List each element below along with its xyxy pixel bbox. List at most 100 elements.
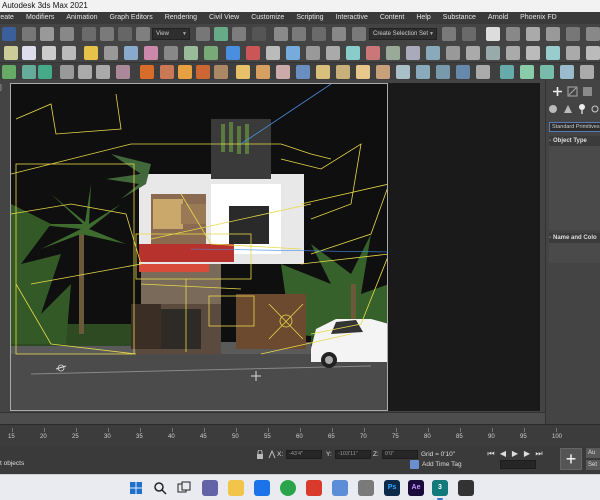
plugin-tool-icon-24[interactable]: [476, 65, 490, 79]
ribbon-tool-icon-12[interactable]: [246, 46, 260, 60]
ribbon-tool-icon-29[interactable]: [586, 46, 600, 60]
menu-item-11[interactable]: Substance: [437, 12, 482, 24]
ribbon-tool-icon-11[interactable]: [226, 46, 240, 60]
app-icon[interactable]: [458, 480, 474, 496]
menu-item-12[interactable]: Arnold: [482, 12, 514, 24]
ribbon-tool-icon-13[interactable]: [266, 46, 280, 60]
search-icon[interactable]: [152, 480, 168, 496]
3ds-max-icon[interactable]: 3: [432, 480, 448, 496]
object-type-rollout[interactable]: - Object Type: [549, 136, 600, 146]
main-tool-icon-18[interactable]: [462, 27, 476, 41]
time-tag-icon[interactable]: [410, 460, 419, 469]
add-icon[interactable]: +: [560, 448, 582, 470]
main-tool-icon-13[interactable]: [292, 27, 306, 41]
x-coordinate-field[interactable]: -43'4": [286, 450, 322, 459]
plugin-tool-icon-6[interactable]: [116, 65, 130, 79]
menu-item-5[interactable]: Civil View: [203, 12, 245, 24]
plugin-tool-icon-21[interactable]: [416, 65, 430, 79]
plugin-tool-icon-15[interactable]: [296, 65, 310, 79]
plugin-tool-icon-25[interactable]: [500, 65, 514, 79]
set-key-button[interactable]: Set: [586, 460, 600, 470]
ribbon-tool-icon-28[interactable]: [566, 46, 580, 60]
ribbon-tool-icon-17[interactable]: [346, 46, 360, 60]
main-tool-icon-6[interactable]: [118, 27, 132, 41]
menu-item-4[interactable]: Rendering: [159, 12, 203, 24]
main-tool-icon-16[interactable]: [352, 27, 366, 41]
plugin-tool-icon-27[interactable]: [540, 65, 554, 79]
ribbon-tool-icon-4[interactable]: [84, 46, 98, 60]
windows-start-icon[interactable]: [128, 480, 144, 496]
plugin-tool-icon-17[interactable]: [336, 65, 350, 79]
main-tool-icon-9[interactable]: [214, 27, 228, 41]
ribbon-tool-icon-21[interactable]: [426, 46, 440, 60]
plugin-tool-icon-2[interactable]: [38, 65, 52, 79]
app-icon[interactable]: [358, 480, 374, 496]
ribbon-tool-icon-22[interactable]: [446, 46, 460, 60]
ribbon-tool-icon-19[interactable]: [386, 46, 400, 60]
main-tool-icon-19[interactable]: [486, 27, 500, 41]
menu-item-0[interactable]: reate: [0, 12, 20, 24]
add-time-tag[interactable]: Add Time Tag: [422, 461, 462, 468]
main-tool-icon-2[interactable]: [40, 27, 54, 41]
next-frame-icon[interactable]: ▶: [522, 449, 532, 458]
plugin-tool-icon-19[interactable]: [376, 65, 390, 79]
chrome-icon[interactable]: [280, 480, 296, 496]
plugin-tool-icon-3[interactable]: [60, 65, 74, 79]
menu-item-7[interactable]: Scripting: [290, 12, 329, 24]
ribbon-tool-icon-26[interactable]: [526, 46, 540, 60]
time-slider[interactable]: [0, 412, 545, 424]
main-tool-icon-8[interactable]: [196, 27, 210, 41]
menu-item-2[interactable]: Animation: [60, 12, 103, 24]
plugin-tool-icon-16[interactable]: [316, 65, 330, 79]
modify-tab-icon[interactable]: [567, 86, 578, 97]
track-bar[interactable]: 15 20 25 30 35 40 45 50 55 60 65 70 75 80 85 90 95 100: [0, 424, 600, 446]
reference-coordinate-dropdown[interactable]: View ▼: [152, 28, 190, 40]
ribbon-tool-icon-1[interactable]: [22, 46, 36, 60]
plugin-tool-icon-0[interactable]: [2, 65, 16, 79]
main-tool-icon-0[interactable]: [2, 27, 16, 41]
ribbon-tool-icon-27[interactable]: [546, 46, 560, 60]
menu-item-9[interactable]: Content: [374, 12, 411, 24]
lock-icon[interactable]: [256, 449, 264, 459]
main-tool-icon-17[interactable]: [442, 27, 456, 41]
selection-set-dropdown[interactable]: Create Selection Set ▼: [369, 28, 437, 40]
main-tool-icon-5[interactable]: [100, 27, 114, 41]
plugin-tool-icon-7[interactable]: [140, 65, 154, 79]
perspective-viewport[interactable]: [10, 83, 388, 411]
ribbon-tool-icon-0[interactable]: [4, 46, 18, 60]
ribbon-tool-icon-20[interactable]: [406, 46, 420, 60]
anydesk-icon[interactable]: [306, 480, 322, 496]
menu-item-13[interactable]: Phoenix FD: [514, 12, 563, 24]
previous-frame-icon[interactable]: ◀: [498, 449, 508, 458]
plugin-tool-icon-18[interactable]: [356, 65, 370, 79]
main-tool-icon-22[interactable]: [546, 27, 560, 41]
main-tool-icon-10[interactable]: [232, 27, 246, 41]
plugin-tool-icon-4[interactable]: [78, 65, 92, 79]
plugin-tool-icon-5[interactable]: [96, 65, 110, 79]
main-tool-icon-11[interactable]: [252, 27, 266, 41]
absolute-mode-icon[interactable]: [268, 449, 276, 459]
ribbon-tool-icon-23[interactable]: [466, 46, 480, 60]
main-tool-icon-24[interactable]: [586, 27, 600, 41]
plugin-tool-icon-13[interactable]: [256, 65, 270, 79]
main-tool-icon-14[interactable]: [312, 27, 326, 41]
main-tool-icon-4[interactable]: [82, 27, 96, 41]
dropbox-icon[interactable]: [254, 480, 270, 496]
current-frame-field[interactable]: [500, 460, 536, 469]
y-coordinate-field[interactable]: -103'11": [335, 450, 371, 459]
ribbon-tool-icon-25[interactable]: [506, 46, 520, 60]
main-tool-icon-3[interactable]: [60, 27, 74, 41]
plugin-tool-icon-10[interactable]: [196, 65, 210, 79]
teams-icon[interactable]: [202, 480, 218, 496]
hierarchy-tab-icon[interactable]: [582, 86, 593, 97]
ribbon-tool-icon-3[interactable]: [62, 46, 76, 60]
plugin-tool-icon-22[interactable]: [436, 65, 450, 79]
plugin-tool-icon-11[interactable]: [214, 65, 228, 79]
after-effects-icon[interactable]: Ae: [408, 480, 424, 496]
main-tool-icon-7[interactable]: [136, 27, 150, 41]
ribbon-tool-icon-2[interactable]: [42, 46, 56, 60]
menu-item-1[interactable]: Modifiers: [20, 12, 60, 24]
main-tool-icon-12[interactable]: [274, 27, 288, 41]
go-to-end-icon[interactable]: ⏭: [534, 449, 544, 458]
file-explorer-icon[interactable]: [228, 480, 244, 496]
